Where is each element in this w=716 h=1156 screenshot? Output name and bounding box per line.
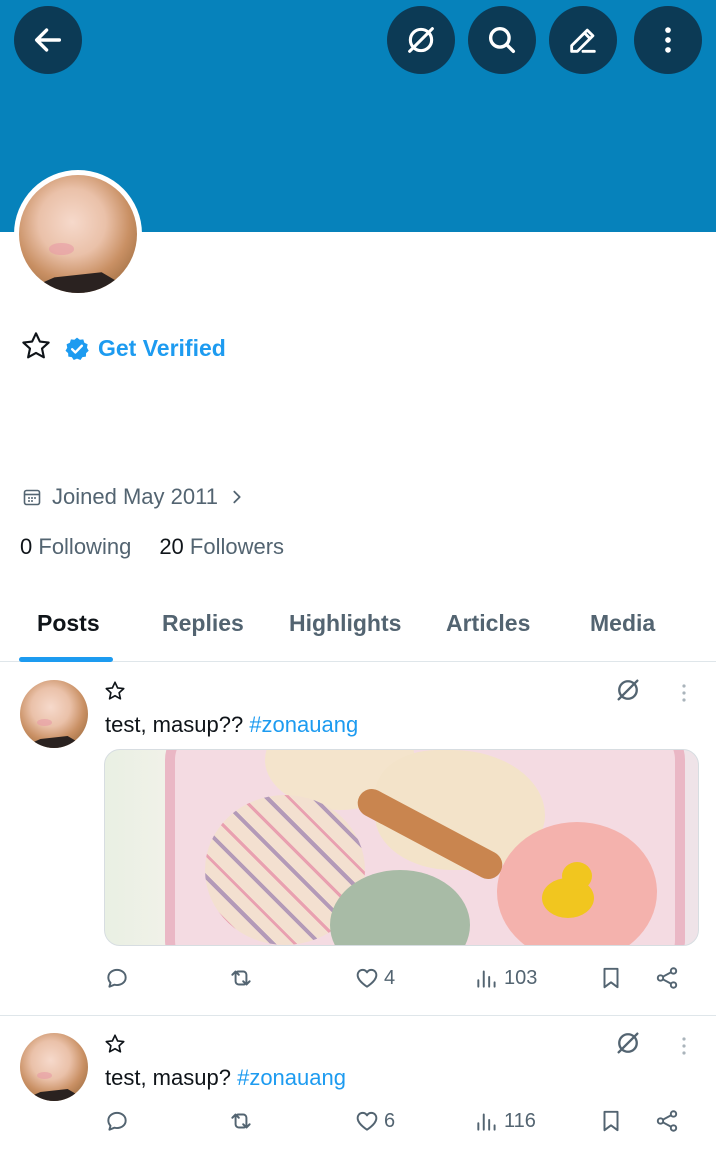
tab-articles[interactable]: Articles bbox=[446, 610, 530, 637]
get-verified-link[interactable]: Get Verified bbox=[64, 335, 226, 362]
share-icon bbox=[656, 1110, 678, 1132]
views-count: 116 bbox=[504, 1109, 536, 1132]
views-button[interactable]: 116 bbox=[474, 1108, 536, 1134]
following-label: Following bbox=[38, 534, 132, 559]
profile-avatar[interactable] bbox=[14, 170, 142, 298]
like-count: 6 bbox=[384, 1109, 396, 1132]
more-icon[interactable] bbox=[672, 681, 696, 710]
followers-count: 20 bbox=[159, 534, 184, 559]
verified-badge-icon bbox=[65, 337, 89, 360]
views-chart-icon bbox=[477, 1113, 496, 1131]
share-icon bbox=[656, 967, 678, 989]
post-text: test, masup? #zonauang bbox=[105, 1065, 346, 1091]
post-item[interactable]: test, masup?? #zonauang 4 103 bbox=[0, 663, 716, 1015]
post-body: test, masup? bbox=[105, 1065, 231, 1090]
share-button[interactable] bbox=[654, 965, 680, 991]
star-icon bbox=[104, 680, 126, 707]
search-icon bbox=[488, 26, 516, 54]
share-button[interactable] bbox=[654, 1108, 680, 1134]
reply-icon bbox=[107, 1111, 127, 1131]
more-vertical-icon bbox=[665, 27, 671, 53]
bookmark-button[interactable] bbox=[598, 965, 624, 991]
post-media-image[interactable] bbox=[104, 749, 699, 946]
search-button[interactable] bbox=[468, 6, 536, 74]
reply-button[interactable] bbox=[104, 1108, 130, 1134]
post-avatar[interactable] bbox=[20, 1033, 88, 1101]
following-count: 0 bbox=[20, 534, 33, 559]
reply-button[interactable] bbox=[104, 965, 130, 991]
views-chart-icon bbox=[477, 970, 496, 988]
hashtag-link[interactable]: #zonauang bbox=[249, 712, 358, 737]
pencil-icon bbox=[570, 28, 596, 53]
chevron-right-icon bbox=[233, 490, 241, 504]
joined-date[interactable]: Joined May 2011 bbox=[22, 484, 246, 510]
repost-icon bbox=[231, 1113, 251, 1129]
edit-button[interactable] bbox=[549, 6, 617, 74]
like-button[interactable]: 6 bbox=[354, 1108, 395, 1134]
tab-highlights[interactable]: Highlights bbox=[289, 610, 401, 637]
like-button[interactable]: 4 bbox=[354, 965, 395, 991]
back-button[interactable] bbox=[14, 6, 82, 74]
tab-posts[interactable]: Posts bbox=[37, 610, 100, 637]
arrow-left-icon bbox=[34, 28, 62, 52]
post-text: test, masup?? #zonauang bbox=[105, 712, 358, 738]
following-link[interactable]: 0 Following bbox=[20, 534, 131, 560]
calendar-icon bbox=[23, 489, 41, 506]
grok-icon bbox=[408, 27, 434, 53]
heart-icon bbox=[356, 968, 378, 988]
grok-button[interactable] bbox=[387, 6, 455, 74]
hashtag-link[interactable]: #zonauang bbox=[237, 1065, 346, 1090]
followers-label: Followers bbox=[189, 534, 285, 559]
post-item[interactable]: test, masup? #zonauang 6 116 bbox=[0, 1016, 716, 1156]
profile-tabs: Posts Replies Highlights Articles Media bbox=[0, 596, 716, 662]
avatar-image bbox=[19, 175, 137, 293]
more-icon[interactable] bbox=[672, 1034, 696, 1063]
get-verified-label: Get Verified bbox=[98, 335, 226, 361]
bookmark-icon bbox=[603, 1110, 619, 1132]
like-count: 4 bbox=[384, 966, 396, 989]
views-count: 103 bbox=[504, 966, 538, 989]
reply-icon bbox=[107, 968, 127, 988]
tab-replies[interactable]: Replies bbox=[162, 610, 244, 637]
post-actions: 4 103 bbox=[104, 965, 694, 997]
grok-icon[interactable] bbox=[614, 1029, 642, 1062]
repost-button[interactable] bbox=[228, 965, 254, 991]
grok-icon[interactable] bbox=[614, 676, 642, 709]
star-icon bbox=[20, 330, 52, 367]
bookmark-icon bbox=[603, 967, 619, 989]
active-tab-indicator bbox=[19, 657, 113, 662]
verify-row: Get Verified bbox=[20, 330, 226, 367]
post-body: test, masup?? bbox=[105, 712, 244, 737]
views-button[interactable]: 103 bbox=[474, 965, 537, 991]
post-avatar[interactable] bbox=[20, 680, 88, 748]
joined-label: Joined May 2011 bbox=[52, 484, 218, 509]
repost-icon bbox=[231, 970, 251, 986]
post-actions: 6 116 bbox=[104, 1108, 694, 1140]
follow-stats: 0 Following 20 Followers bbox=[20, 534, 284, 560]
followers-link[interactable]: 20 Followers bbox=[159, 534, 284, 560]
heart-icon bbox=[356, 1111, 378, 1131]
bookmark-button[interactable] bbox=[598, 1108, 624, 1134]
more-options-button[interactable] bbox=[634, 6, 702, 74]
repost-button[interactable] bbox=[228, 1108, 254, 1134]
tab-media[interactable]: Media bbox=[590, 610, 655, 637]
star-icon bbox=[104, 1033, 126, 1060]
